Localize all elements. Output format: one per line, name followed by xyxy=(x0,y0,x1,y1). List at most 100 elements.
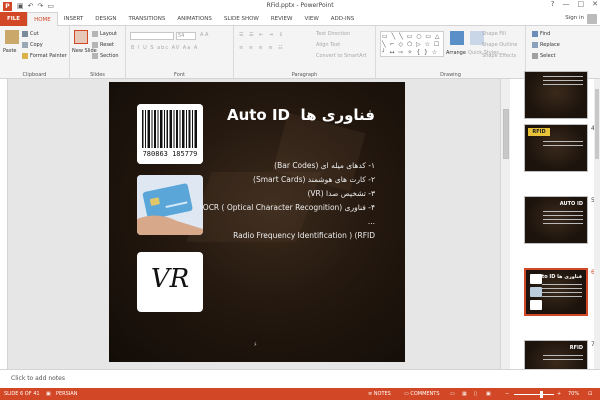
section-button[interactable]: Section xyxy=(92,53,119,59)
text-direction-button[interactable]: Text Direction xyxy=(316,31,350,37)
maximize-button[interactable]: □ xyxy=(578,0,585,8)
reading-view-icon[interactable]: ▯ xyxy=(474,391,477,397)
zoom-slider-thumb[interactable] xyxy=(540,391,543,398)
replace-icon xyxy=(532,42,538,48)
sign-in-link[interactable]: Sign in xyxy=(565,15,584,21)
ribbon: Paste Cut Copy Format Painter Clipboard … xyxy=(0,26,600,79)
slide-thumbnail-pane[interactable]: 4 RFID 5 AUTO ID 6 فناوری ها Auto ID 7 R… xyxy=(510,71,600,388)
voice-recognition-logo[interactable]: VR xyxy=(137,252,203,312)
tab-animations[interactable]: ANIMATIONS xyxy=(171,12,218,26)
thumbnail-pane-scrollbar[interactable] xyxy=(594,79,600,369)
spellcheck-icon[interactable]: ▣ xyxy=(46,391,51,397)
clipboard-group: Paste Cut Copy Format Painter Clipboard xyxy=(0,26,70,79)
font-size-box[interactable]: 54 xyxy=(176,32,196,40)
vr-logo-text: VR xyxy=(150,264,190,294)
tab-view[interactable]: VIEW xyxy=(298,12,324,26)
slide-thumbnail-3[interactable] xyxy=(524,71,588,119)
normal-view-icon[interactable]: ▭ xyxy=(450,391,455,397)
scrollbar-thumb[interactable] xyxy=(595,89,599,159)
search-icon xyxy=(532,31,538,37)
save-icon[interactable]: ▣ xyxy=(17,2,24,10)
editor-vertical-scrollbar[interactable] xyxy=(500,79,510,369)
notes-pane[interactable]: Click to add notes xyxy=(0,369,600,388)
reset-button[interactable]: Reset xyxy=(92,42,114,48)
slideshow-view-icon[interactable]: ▣ xyxy=(486,391,491,397)
cut-button[interactable]: Cut xyxy=(22,31,39,37)
shape-outline-button[interactable]: Shape Outline xyxy=(482,42,517,48)
slide-thumbnail-4[interactable]: RFID xyxy=(524,124,588,172)
select-icon xyxy=(532,53,538,59)
user-avatar[interactable] xyxy=(587,14,597,24)
fit-slide-icon[interactable]: ⊡ xyxy=(588,391,592,397)
slide-title[interactable]: فناوری ها Auto ID xyxy=(227,106,375,124)
bullet-item: ۳- تشخیص صدا (VR) xyxy=(307,189,375,198)
layout-button[interactable]: Layout xyxy=(92,31,117,37)
layout-icon xyxy=(92,31,98,37)
new-slide-icon[interactable] xyxy=(74,30,88,44)
font-name-box[interactable] xyxy=(130,32,174,40)
format-painter-button[interactable]: Format Painter xyxy=(22,53,67,59)
bullet-item: Radio Frequency Identification ) (RFID xyxy=(233,231,375,240)
current-slide[interactable]: 780863 185779 VR فناوری ها Auto ID ۱- کد… xyxy=(109,82,405,362)
paste-button[interactable]: Paste xyxy=(3,48,17,54)
scrollbar-thumb[interactable] xyxy=(503,109,509,159)
slides-label: Slides xyxy=(90,72,105,78)
help-button[interactable]: ? xyxy=(551,0,555,8)
tab-design[interactable]: DESIGN xyxy=(89,12,122,26)
slide-editing-area[interactable]: 780863 185779 VR فناوری ها Auto ID ۱- کد… xyxy=(8,79,508,369)
barcode-image[interactable]: 780863 185779 xyxy=(137,104,203,164)
align-icons[interactable]: ≡ ≡ ≡ ≡ ☷ xyxy=(239,45,285,51)
tab-file[interactable]: FILE xyxy=(0,11,28,26)
shape-fill-button[interactable]: Shape Fill xyxy=(482,31,506,37)
language-indicator[interactable]: PERSIAN xyxy=(56,391,77,397)
arrange-icon[interactable] xyxy=(450,31,464,45)
powerpoint-app-icon[interactable]: P xyxy=(3,1,12,11)
paste-icon[interactable] xyxy=(5,30,19,44)
minimize-button[interactable]: — xyxy=(563,0,570,8)
smart-card-image[interactable] xyxy=(137,175,203,235)
status-bar: SLIDE 6 OF 41 ▣ PERSIAN ≡ NOTES ▭ COMMEN… xyxy=(0,388,600,400)
reset-icon xyxy=(92,42,98,48)
tab-insert[interactable]: INSERT xyxy=(58,12,89,26)
find-button[interactable]: Find xyxy=(532,31,550,37)
tab-slide-show[interactable]: SLIDE SHOW xyxy=(218,12,265,26)
grow-font-icon[interactable]: A A xyxy=(200,32,208,38)
slide-bullet-list[interactable]: ۱- کدهای میله ای (Bar Codes) ۲- کارت های… xyxy=(195,159,375,243)
close-button[interactable]: ✕ xyxy=(592,0,598,8)
comments-toggle-button[interactable]: ▭ COMMENTS xyxy=(404,391,440,397)
tab-add-ins[interactable]: ADD-INS xyxy=(325,12,360,26)
shapes-gallery[interactable]: ▭ ╲ ╲ ▭ ○ ▭ △ ╲ ⌐ ◇ ⬠ ▷ ☆ ☐ ╯ ↔ ⇨ ✧ { } ☆ xyxy=(380,31,444,57)
zoom-in-button[interactable]: + xyxy=(557,391,561,397)
slide-thumbnail-6-selected[interactable]: فناوری ها Auto ID xyxy=(524,268,588,316)
select-button[interactable]: Select xyxy=(532,53,555,59)
font-group: 54 A A B I U S abc AV Aa A Font xyxy=(126,26,234,79)
notes-placeholder[interactable]: Click to add notes xyxy=(11,375,65,382)
scissors-icon xyxy=(22,31,28,37)
slide-counter: SLIDE 6 OF 41 xyxy=(4,391,40,397)
section-icon xyxy=(92,53,98,59)
convert-smartart-button[interactable]: Convert to SmartArt xyxy=(316,53,367,59)
font-format-buttons[interactable]: B I U S abc AV Aa A xyxy=(131,45,198,51)
slide-sorter-icon[interactable]: ▦ xyxy=(462,391,467,397)
slide-thumbnail-5[interactable]: AUTO ID xyxy=(524,196,588,244)
shape-effects-button[interactable]: Shape Effects xyxy=(482,53,516,59)
copy-button[interactable]: Copy xyxy=(22,42,43,48)
undo-icon[interactable]: ↶ xyxy=(28,2,34,10)
list-icons[interactable]: ☰ ☰ ⇤ ⇥ ↕ xyxy=(239,32,285,38)
zoom-out-button[interactable]: − xyxy=(505,391,509,397)
notes-toggle-button[interactable]: ≡ NOTES xyxy=(368,391,391,397)
drawing-label: Drawing xyxy=(440,72,461,78)
left-panel-strip[interactable] xyxy=(0,79,8,369)
bullet-item: ۲- کارت های هوشمند (Smart Cards) xyxy=(253,175,375,184)
arrange-button[interactable]: Arrange xyxy=(446,50,466,56)
tab-review[interactable]: REVIEW xyxy=(265,12,299,26)
replace-button[interactable]: Replace xyxy=(532,42,560,48)
thumbnail-title: RFID xyxy=(569,345,583,351)
start-slideshow-icon[interactable]: ▭ xyxy=(47,2,54,10)
tab-home[interactable]: HOME xyxy=(27,11,58,26)
tab-transitions[interactable]: TRANSITIONS xyxy=(122,12,171,26)
align-text-button[interactable]: Align Text xyxy=(316,42,340,48)
redo-icon[interactable]: ↷ xyxy=(38,2,44,10)
zoom-slider-track[interactable] xyxy=(514,394,554,395)
zoom-level[interactable]: 70% xyxy=(568,391,579,397)
